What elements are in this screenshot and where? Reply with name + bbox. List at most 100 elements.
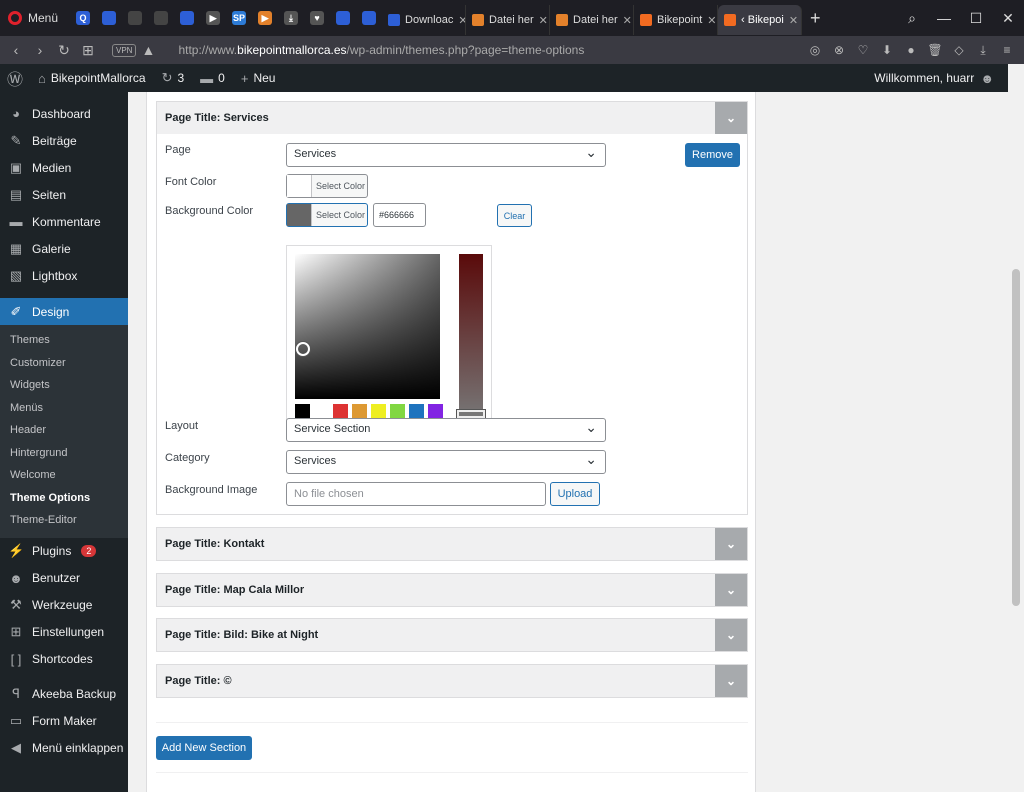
section-header[interactable]: Page Title: Kontakt ⌄ (157, 528, 747, 560)
add-new-section-button[interactable]: Add New Section (156, 736, 252, 760)
category-select[interactable]: Services (286, 450, 606, 474)
forward-icon[interactable]: › (28, 42, 52, 58)
pinned-tab[interactable]: SP (226, 0, 252, 36)
sidebar-item-kommentare[interactable]: ▬ Kommentare (0, 208, 128, 235)
sidebar-item-dashboard[interactable]: ◕ Dashboard (0, 100, 128, 127)
sidebar-item-lightbox[interactable]: ▧ Lightbox (0, 262, 128, 289)
font-color-button[interactable]: Select Color (286, 174, 368, 198)
tab-close-icon[interactable]: ✕ (623, 14, 632, 27)
sidebar-item-design[interactable]: ✐ Design (0, 298, 128, 325)
wordpress-logo-icon[interactable]: Ⓦ (0, 66, 30, 90)
sidebar-item-medien[interactable]: ▣ Medien (0, 154, 128, 181)
browser-tab[interactable]: Datei her ✕ (466, 5, 551, 35)
download-icon[interactable]: ⬇ (878, 43, 896, 58)
easy-setup-icon[interactable]: ≡ (998, 43, 1016, 58)
upload-button[interactable]: Upload (550, 482, 600, 506)
sidebar-item-men-einklappen[interactable]: ◀ Menü einklappen (0, 735, 128, 762)
scrollbar-thumb[interactable] (1012, 269, 1020, 606)
url-field[interactable]: http://www.bikepointmallorca.es/wp-admin… (178, 43, 584, 57)
pinned-tab[interactable] (148, 0, 174, 36)
palette-swatch[interactable] (295, 404, 310, 419)
reload-icon[interactable]: ↻ (52, 42, 76, 59)
submenu-item-welcome[interactable]: Welcome (0, 464, 128, 487)
submenu-item-theme-options[interactable]: Theme Options (0, 487, 128, 510)
submenu-item-men-s[interactable]: Menüs (0, 397, 128, 420)
pinned-tab[interactable] (330, 0, 356, 36)
browser-menu-button[interactable]: Menü (0, 0, 70, 36)
sidebar-item-seiten[interactable]: ▤ Seiten (0, 181, 128, 208)
browser-tab[interactable]: Datei her ✕ (550, 5, 635, 35)
palette-swatch[interactable] (352, 404, 367, 419)
sidebar-item-beitr-ge[interactable]: ✎ Beiträge (0, 127, 128, 154)
camera-icon[interactable]: ◎ (806, 43, 824, 58)
sidebar-item-einstellungen[interactable]: ⊞ Einstellungen (0, 619, 128, 646)
warning-icon[interactable]: ▲ (136, 42, 160, 58)
tabs-grid-icon[interactable]: ⊞ (76, 42, 100, 59)
clear-color-button[interactable]: Clear (497, 204, 532, 227)
trash-icon[interactable]: 🗑 (926, 43, 944, 58)
extension-icon[interactable]: ● (902, 43, 920, 58)
browser-tab[interactable]: Downloac ✕ (382, 5, 467, 35)
sidebar-item-shortcodes[interactable]: [ ] Shortcodes (0, 646, 128, 673)
hue-slider-handle[interactable] (457, 410, 485, 418)
palette-swatch[interactable] (314, 404, 329, 419)
chevron-down-icon[interactable]: ⌄ (715, 528, 747, 560)
section-header[interactable]: Page Title: Services ⌄ (157, 102, 747, 134)
submenu-item-widgets[interactable]: Widgets (0, 374, 128, 397)
chevron-down-icon[interactable]: ⌄ (715, 664, 747, 697)
browser-tab[interactable]: ‹ Bikepoi ✕ (718, 5, 803, 35)
sidebar-item-galerie[interactable]: ▦ Galerie (0, 235, 128, 262)
pinned-tab[interactable] (174, 0, 200, 36)
sidebar-item-form-maker[interactable]: ▭ Form Maker (0, 708, 128, 735)
sidebar-item-plugins[interactable]: ⚡ Plugins 2 (0, 538, 128, 565)
account-menu[interactable]: Willkommen, huarr ☻ (874, 71, 1008, 86)
tab-close-icon[interactable]: ✕ (539, 14, 548, 27)
submenu-item-theme-editor[interactable]: Theme-Editor (0, 509, 128, 532)
palette-swatch[interactable] (409, 404, 424, 419)
tab-close-icon[interactable]: ✕ (707, 14, 716, 27)
submenu-item-hintergrund[interactable]: Hintergrund (0, 442, 128, 465)
chevron-down-icon[interactable]: ⌄ (715, 573, 747, 606)
cube-icon[interactable]: ◇ (950, 43, 968, 58)
file-input[interactable]: No file chosen (286, 482, 546, 506)
submenu-item-header[interactable]: Header (0, 419, 128, 442)
remove-button[interactable]: Remove (685, 143, 740, 167)
layout-select[interactable]: Service Section (286, 418, 606, 442)
pinned-tab[interactable] (356, 0, 382, 36)
pinned-tab[interactable]: ♥ (304, 0, 330, 36)
new-content-link[interactable]: + Neu (233, 64, 284, 92)
pinned-tab[interactable] (96, 0, 122, 36)
page-select[interactable]: Services (286, 143, 606, 167)
chevron-down-icon[interactable]: ⌄ (715, 619, 747, 651)
chevron-down-icon[interactable]: ⌄ (715, 102, 747, 134)
hue-slider[interactable] (459, 254, 483, 420)
saturation-square[interactable] (295, 254, 440, 399)
updates-link[interactable]: ↻ 3 (154, 64, 193, 92)
sidebar-item-werkzeuge[interactable]: ⚒ Werkzeuge (0, 592, 128, 619)
submenu-item-customizer[interactable]: Customizer (0, 352, 128, 375)
minimize-icon[interactable]: — (928, 10, 960, 27)
sidebar-item-akeeba-backup[interactable]: ꟼ Akeeba Backup (0, 681, 128, 708)
pinned-tab[interactable]: ▶ (252, 0, 278, 36)
section-header[interactable]: Page Title: Bild: Bike at Night ⌄ (157, 619, 747, 651)
submenu-item-themes[interactable]: Themes (0, 329, 128, 352)
flow-icon[interactable]: ⤓ (974, 43, 992, 58)
pinned-tab[interactable] (122, 0, 148, 36)
back-icon[interactable]: ‹ (4, 42, 28, 58)
vpn-badge[interactable]: VPN (112, 43, 137, 57)
sidebar-item-benutzer[interactable]: ☻ Benutzer (0, 565, 128, 592)
page-scrollbar[interactable] (1008, 64, 1024, 792)
palette-swatch[interactable] (428, 404, 443, 419)
section-header[interactable]: Page Title: Map Cala Millor ⌄ (157, 573, 747, 606)
pinned-tab[interactable]: ▶ (200, 0, 226, 36)
section-header[interactable]: Page Title: © ⌄ (157, 664, 747, 697)
tab-close-icon[interactable]: ✕ (789, 14, 798, 27)
tab-close-icon[interactable]: ✕ (458, 14, 465, 27)
palette-swatch[interactable] (333, 404, 348, 419)
maximize-icon[interactable]: ☐ (960, 10, 992, 27)
picker-handle[interactable] (296, 342, 310, 356)
comments-link[interactable]: ▬ 0 (192, 64, 233, 92)
heart-icon[interactable]: ♡ (854, 43, 872, 58)
site-name-link[interactable]: ⌂ BikepointMallorca (30, 64, 154, 92)
pinned-tab[interactable]: ⤓ (278, 0, 304, 36)
